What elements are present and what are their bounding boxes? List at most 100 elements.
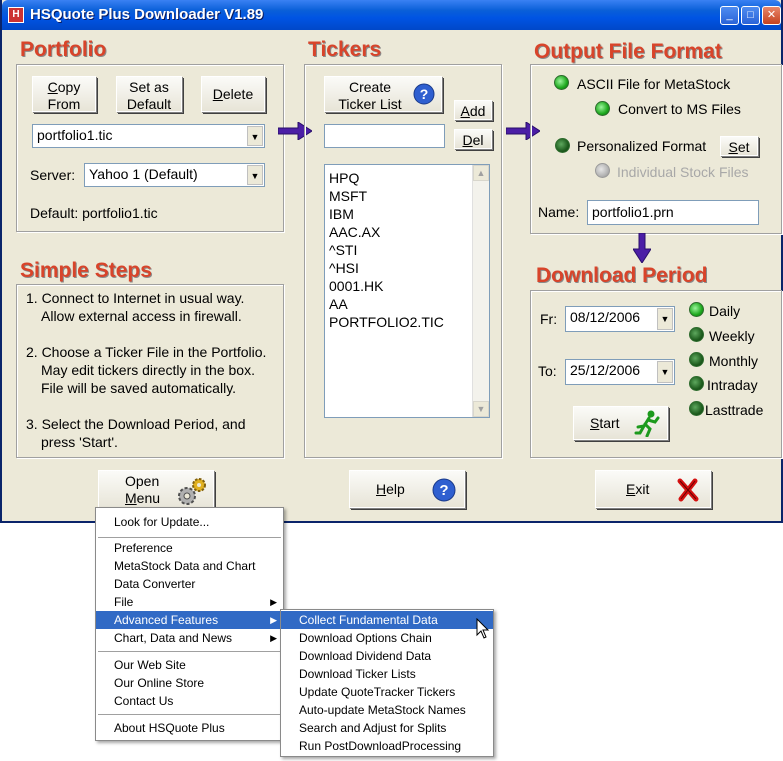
maximize-button[interactable]: □ [741,6,760,25]
step-3-line-1: 3. Select the Download Period, and [26,416,246,432]
chevron-down-icon[interactable]: ▼ [657,308,673,330]
list-item[interactable]: ^STI [329,241,444,259]
output-name-input[interactable]: portfolio1.prn [587,200,759,225]
list-item[interactable]: MSFT [329,187,444,205]
open-menu-popup: Look for Update... Preference MetaStock … [95,507,284,741]
individual-radio[interactable] [595,163,610,178]
gears-icon [178,478,206,505]
submenu-item-quotetracker[interactable]: Update QuoteTracker Tickers [281,683,493,701]
server-select[interactable]: Yahoo 1 (Default) ▼ [84,163,265,187]
portfolio-heading: Portfolio [20,38,107,61]
help-button[interactable]: Help ? [349,470,465,508]
list-item[interactable]: 0001.HK [329,277,444,295]
set-format-button[interactable]: Set [720,136,758,156]
list-item[interactable]: IBM [329,205,444,223]
menu-item-about[interactable]: About HSQuote Plus [96,719,283,737]
menu-item-chart-data-news[interactable]: Chart, Data and News ▶ [96,629,283,647]
intraday-radio[interactable] [689,376,704,391]
ticker-list-scrollbar[interactable]: ▲ ▼ [472,165,489,417]
portfolio-select-value: portfolio1.tic [37,127,113,143]
add-ticker-button[interactable]: Add [454,100,492,120]
menu-item-web-site[interactable]: Our Web Site [96,656,283,674]
step-3-line-2: press 'Start'. [41,434,118,450]
to-date-value: 25/12/2006 [570,362,641,378]
submenu-item-dividend-data[interactable]: Download Dividend Data [281,647,493,665]
intraday-label: Intraday [707,377,758,393]
submenu-arrow-icon: ▶ [270,597,277,607]
close-button[interactable]: ✕ [762,6,781,25]
step-1-line-2: Allow external access in firewall. [41,308,242,324]
scroll-down-icon[interactable]: ▼ [473,401,489,417]
to-label: To: [538,363,557,379]
output-format-heading: Output File Format [534,40,722,63]
weekly-radio[interactable] [689,327,704,342]
menu-item-metastock-data[interactable]: MetaStock Data and Chart [96,557,283,575]
list-item[interactable]: PORTFOLIO2.TIC [329,313,444,331]
lasttrade-label: Lasttrade [705,402,764,418]
submenu-item-options-chain[interactable]: Download Options Chain [281,629,493,647]
menu-separator [98,714,281,715]
del-ticker-button[interactable]: Del [454,129,492,149]
set-default-label-1: Set as [129,79,169,95]
menu-item-file[interactable]: File ▶ [96,593,283,611]
delete-button[interactable]: Delete [201,76,265,112]
start-button[interactable]: Start [573,406,668,440]
lasttrade-radio[interactable] [689,401,704,416]
chevron-down-icon[interactable]: ▼ [657,361,673,383]
steps-text: 1. Connect to Internet in usual way. All… [26,289,266,451]
step-1-line-1: 1. Connect to Internet in usual way. [26,290,245,306]
convert-radio[interactable] [595,101,610,116]
ticker-input[interactable] [324,124,445,148]
create-label-2: Ticker List [338,96,402,112]
svg-text:?: ? [420,86,429,102]
del-label: Del [462,132,484,148]
daily-radio[interactable] [689,302,704,317]
menu-item-preference[interactable]: Preference [96,539,283,557]
tickers-heading: Tickers [308,38,382,61]
help-icon: ? [432,478,456,502]
window-title: HSQuote Plus Downloader V1.89 [30,6,264,23]
menu-item-advanced-features[interactable]: Advanced Features ▶ [96,611,283,629]
menu-item-data-converter[interactable]: Data Converter [96,575,283,593]
arrow-down-icon [633,233,651,263]
copy-from-button[interactable]: Copy From [32,76,96,112]
submenu-item-ticker-lists[interactable]: Download Ticker Lists [281,665,493,683]
list-item[interactable]: AA [329,295,444,313]
submenu-item-splits[interactable]: Search and Adjust for Splits [281,719,493,737]
server-select-value: Yahoo 1 (Default) [89,166,198,182]
scroll-up-icon[interactable]: ▲ [473,165,489,181]
set-default-label-2: Default [126,96,172,112]
menu-item-look-for-update[interactable]: Look for Update... [96,513,283,531]
list-item[interactable]: HPQ [329,169,444,187]
title-bar[interactable]: H HSQuote Plus Downloader V1.89 _ □ ✕ [2,0,781,30]
default-portfolio-text: Default: portfolio1.tic [30,205,158,221]
from-date-picker[interactable]: 08/12/2006 ▼ [565,306,675,332]
portfolio-select[interactable]: portfolio1.tic ▼ [32,124,265,148]
minimize-button[interactable]: _ [720,6,739,25]
exit-button[interactable]: Exit [595,470,711,508]
chevron-down-icon[interactable]: ▼ [247,126,263,146]
submenu-item-postdownload[interactable]: Run PostDownloadProcessing [281,737,493,755]
menu-item-contact-us[interactable]: Contact Us [96,692,283,710]
monthly-radio[interactable] [689,352,704,367]
list-item[interactable]: ^HSI [329,259,444,277]
advanced-features-submenu: Collect Fundamental Data Download Option… [280,609,494,757]
open-menu-button[interactable]: Open Menu [98,470,214,510]
create-ticker-list-button[interactable]: Create Ticker List ? [324,76,442,112]
list-item[interactable]: AAC.AX [329,223,444,241]
daily-label: Daily [709,303,741,319]
ascii-radio[interactable] [554,75,569,90]
submenu-item-collect-fundamental[interactable]: Collect Fundamental Data [281,611,493,629]
chevron-down-icon[interactable]: ▼ [247,165,263,185]
output-name-value: portfolio1.prn [592,204,674,220]
personalized-radio[interactable] [555,138,570,153]
submenu-item-metastock-names[interactable]: Auto-update MetaStock Names [281,701,493,719]
menu-item-online-store[interactable]: Our Online Store [96,674,283,692]
to-date-picker[interactable]: 25/12/2006 ▼ [565,359,675,385]
ticker-list[interactable]: HPQ MSFT IBM AAC.AX ^STI ^HSI 0001.HK AA… [324,164,490,418]
set-default-button[interactable]: Set as Default [116,76,182,112]
exit-label: Exit [626,481,650,497]
menu-item-chart-news-label: Chart, Data and News [114,631,233,645]
menu-separator [98,537,281,538]
svg-text:?: ? [439,482,448,499]
